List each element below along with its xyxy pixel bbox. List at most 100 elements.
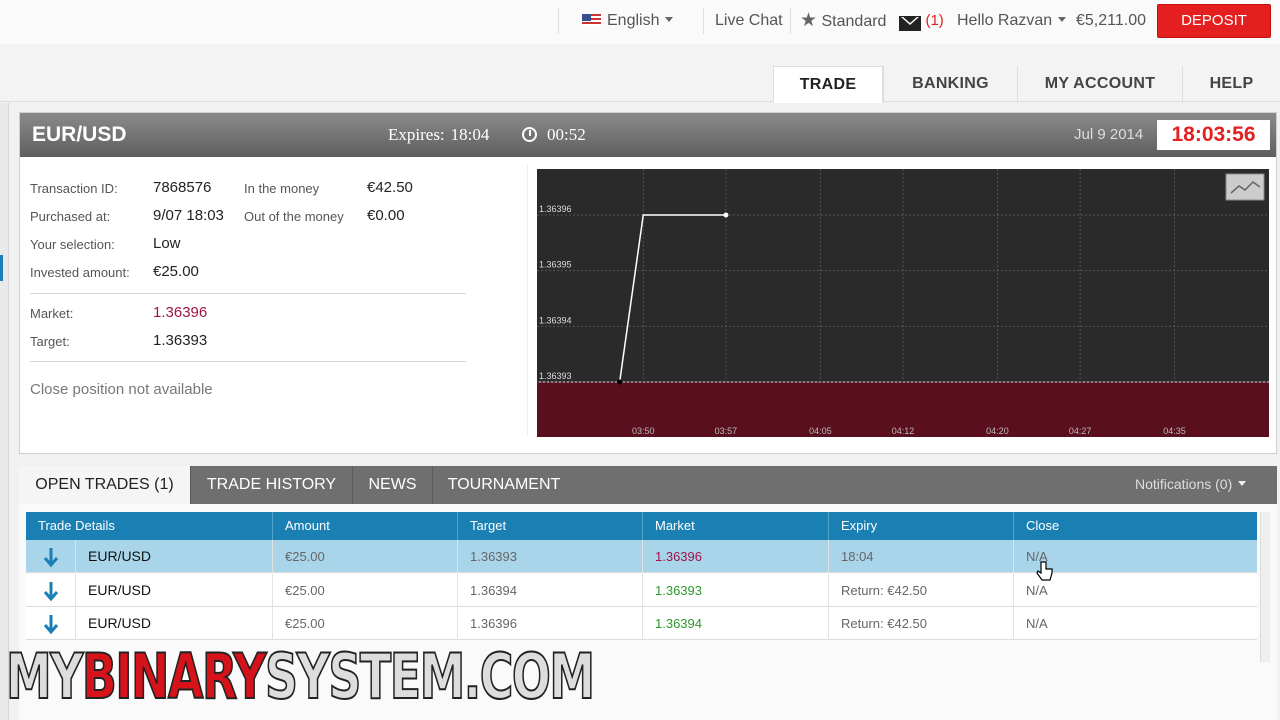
y-tick-label: 1.36393 <box>539 371 572 381</box>
transaction-id: 7868576 <box>153 179 212 196</box>
trade-close[interactable]: N/A <box>1014 607 1257 640</box>
direction-cell <box>26 540 76 573</box>
chevron-down-icon <box>665 17 674 22</box>
trade-card-header: EUR/USD Expires: 18:04 00:52 Jul 9 2014 1… <box>20 113 1276 157</box>
watermark: MYBINARYSYSTEM.COM <box>5 640 596 713</box>
in-money-label: In the money <box>244 181 320 196</box>
left-panel-edge <box>0 103 9 720</box>
tab-help[interactable]: HELP <box>1182 66 1280 103</box>
divider <box>703 8 704 34</box>
timer-icon <box>522 127 537 142</box>
trade-card: EUR/USD Expires: 18:04 00:52 Jul 9 2014 1… <box>19 112 1277 454</box>
divider <box>30 361 466 362</box>
invested-label: Invested amount: <box>30 265 130 280</box>
account-type-label: Standard <box>821 13 887 30</box>
trade-market: 1.36394 <box>643 607 829 640</box>
watermark-part3: SYSTEM.COM <box>264 640 596 713</box>
countdown-value: 00:52 <box>547 125 586 144</box>
table-header: Trade Details Amount Target Market Expir… <box>26 512 1257 540</box>
trade-expiry: Return: €42.50 <box>829 607 1014 640</box>
down-arrow-icon <box>43 615 59 635</box>
tab-trade[interactable]: TRADE <box>773 66 883 103</box>
trade-target: 1.36396 <box>458 607 643 640</box>
deposit-button[interactable]: DEPOSIT <box>1157 4 1271 38</box>
selection-value: Low <box>153 235 181 252</box>
target-label: Target: <box>30 334 70 349</box>
table-row[interactable]: EUR/USD €25.00 1.36394 1.36393 Return: €… <box>26 574 1257 607</box>
tab-news[interactable]: NEWS <box>353 466 433 504</box>
col-amount[interactable]: Amount <box>273 512 458 540</box>
down-arrow-icon <box>43 548 59 568</box>
watermark-part1: MY <box>5 640 84 713</box>
col-target[interactable]: Target <box>458 512 643 540</box>
watermark-part2: BINARY <box>81 640 267 713</box>
expires-label: Expires: <box>388 125 445 144</box>
mail-icon <box>899 16 921 31</box>
scrollbar[interactable] <box>1260 512 1270 662</box>
cursor-hand-icon <box>1036 561 1053 581</box>
target-value: 1.36393 <box>153 332 208 349</box>
balance: €5,211.00 <box>1076 12 1146 29</box>
divider <box>527 165 528 435</box>
transaction-id-label: Transaction ID: <box>30 181 118 196</box>
language-label: English <box>607 12 660 29</box>
bottom-tabs: OPEN TRADES (1) TRADE HISTORY NEWS TOURN… <box>19 466 1277 504</box>
x-tick-label: 04:27 <box>1069 426 1092 436</box>
purchased-value: 9/07 18:03 <box>153 207 224 224</box>
main-nav: TRADE BANKING MY ACCOUNT HELP <box>0 44 1280 103</box>
chevron-down-icon <box>1058 17 1067 22</box>
expiry-info: Expires: 18:04 <box>388 113 489 157</box>
messages-button[interactable]: (1) <box>899 0 944 44</box>
trade-expiry: 18:04 <box>829 540 1014 573</box>
expires-value: 18:04 <box>450 125 490 144</box>
chart-toggle-icon <box>1225 173 1265 201</box>
x-tick-label: 04:05 <box>809 426 832 436</box>
table-row[interactable]: EUR/USD €25.00 1.36393 1.36396 18:04 N/A <box>26 540 1257 573</box>
col-market[interactable]: Market <box>643 512 829 540</box>
last-point <box>723 212 729 218</box>
selection-label: Your selection: <box>30 237 115 252</box>
tab-trade-history[interactable]: TRADE HISTORY <box>191 466 353 504</box>
x-tick-label: 04:35 <box>1163 426 1186 436</box>
account-type[interactable]: ★ Standard <box>800 0 886 44</box>
tab-open-trades[interactable]: OPEN TRADES (1) <box>19 466 191 504</box>
in-money-value: €42.50 <box>367 179 413 196</box>
purchased-label: Purchased at: <box>30 209 111 224</box>
left-panel-indicator <box>0 255 3 281</box>
divider <box>558 8 559 34</box>
countdown: 00:52 <box>522 113 586 157</box>
tab-my-account[interactable]: MY ACCOUNT <box>1017 66 1182 103</box>
notifications-label: Notifications (0) <box>1135 476 1233 492</box>
col-trade-details[interactable]: Trade Details <box>26 512 273 540</box>
entry-point <box>617 379 623 385</box>
chevron-down-icon <box>1238 481 1247 486</box>
table-row[interactable]: EUR/USD €25.00 1.36396 1.36394 Return: €… <box>26 607 1257 640</box>
out-money-label: Out of the money <box>244 209 344 224</box>
trade-pair: EUR/USD <box>76 540 273 573</box>
trade-expiry: Return: €42.50 <box>829 574 1014 607</box>
down-arrow-icon <box>43 582 59 602</box>
direction-cell <box>26 574 76 607</box>
divider <box>30 293 466 294</box>
language-selector[interactable]: English <box>582 0 674 44</box>
market-label: Market: <box>30 306 74 321</box>
y-tick-label: 1.36394 <box>539 315 572 325</box>
tab-tournament[interactable]: TOURNAMENT <box>433 466 575 504</box>
tab-banking[interactable]: BANKING <box>883 66 1017 103</box>
live-chat-link[interactable]: Live Chat <box>715 0 783 44</box>
trade-amount: €25.00 <box>273 607 458 640</box>
messages-count: (1) <box>925 12 944 29</box>
greeting: Hello Razvan <box>957 12 1053 29</box>
trade-amount: €25.00 <box>273 574 458 607</box>
asset-pair: EUR/USD <box>32 123 127 146</box>
y-tick-label: 1.36395 <box>539 260 572 270</box>
invested-value: €25.00 <box>153 263 199 280</box>
y-tick-label: 1.36396 <box>539 204 572 214</box>
trade-pair: EUR/USD <box>76 574 273 607</box>
close-position-note: Close position not available <box>30 381 213 398</box>
user-menu[interactable]: Hello Razvan <box>957 0 1067 44</box>
us-flag-icon <box>582 14 601 26</box>
col-close[interactable]: Close <box>1014 512 1257 540</box>
notifications-menu[interactable]: Notifications (0) <box>1135 466 1247 502</box>
col-expiry[interactable]: Expiry <box>829 512 1014 540</box>
